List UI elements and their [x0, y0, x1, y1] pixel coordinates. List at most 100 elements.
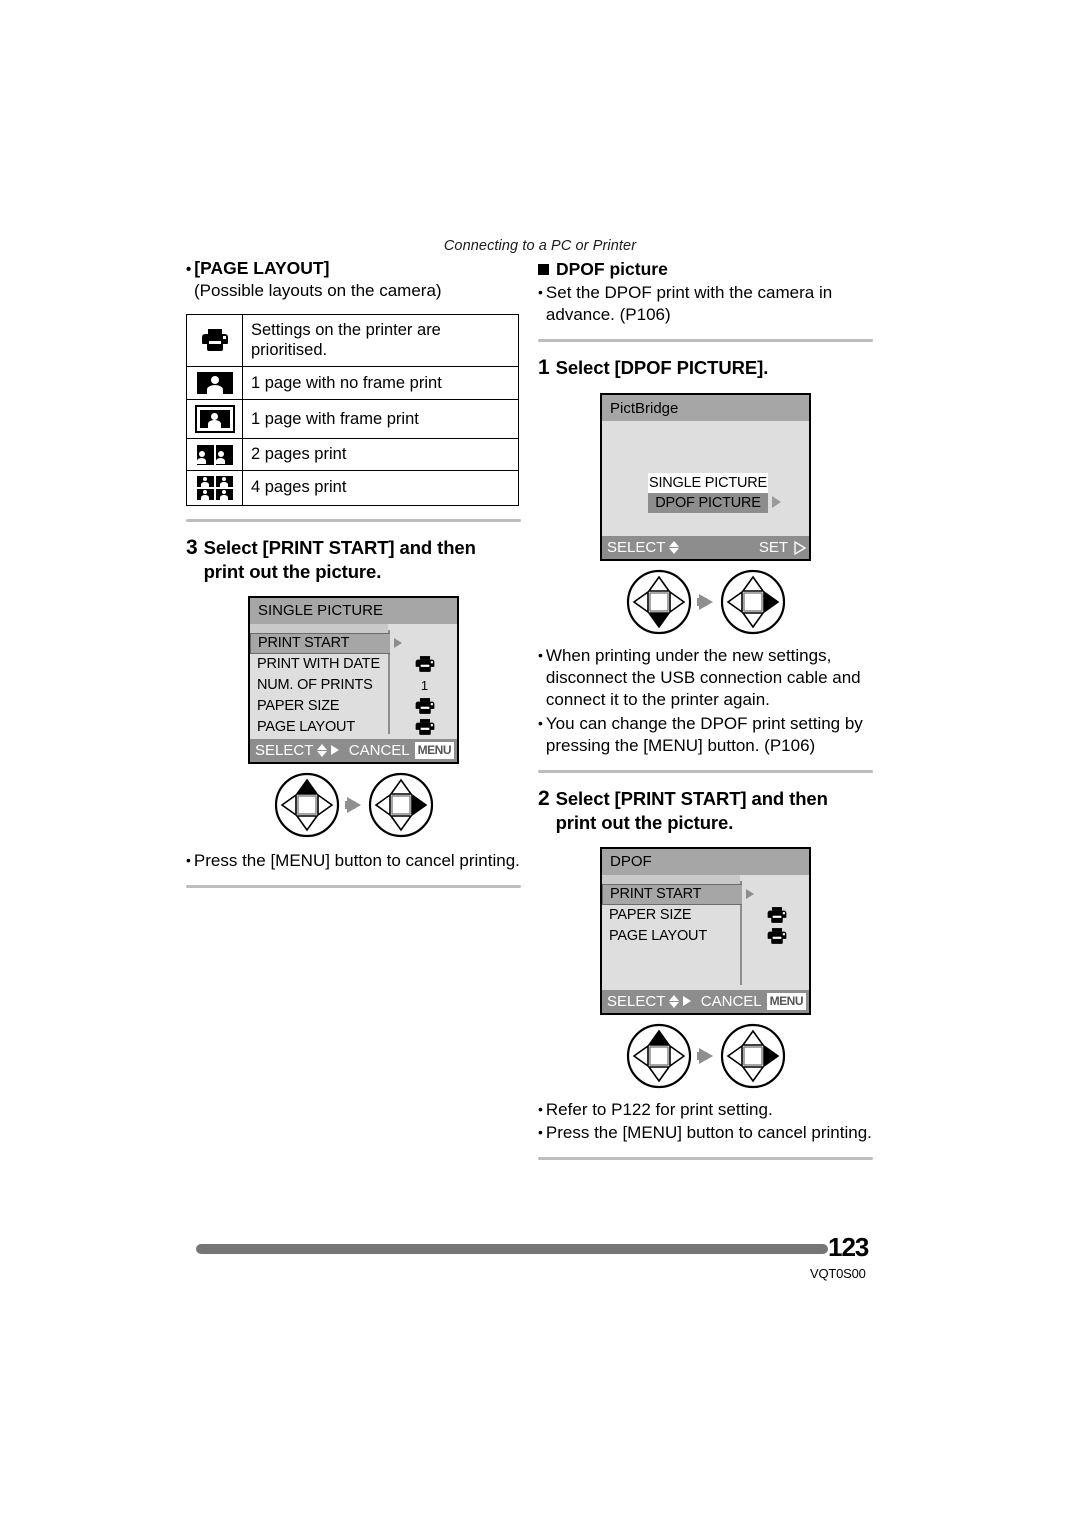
section-divider — [538, 338, 873, 342]
note-new-settings: • When printing under the new settings, … — [538, 645, 873, 711]
joystick-right-icon — [368, 772, 433, 837]
option-dpof-picture[interactable]: DPOF PICTURE — [648, 493, 768, 514]
lcd-footer-select: SELECT — [607, 539, 680, 557]
printer-icon — [415, 719, 434, 736]
cancel-label: CANCEL — [700, 992, 762, 1010]
row-description: 1 page with frame print — [242, 398, 519, 439]
pictbridge-option-list: SINGLE PICTURE DPOF PICTURE — [648, 473, 768, 514]
bullet-dot: • — [186, 261, 192, 278]
menu-item-label: PAGE LAYOUT — [257, 719, 355, 736]
lcd-menu-list: PRINT START PRINT WITH DATE NUM. OF PRIN… — [250, 632, 461, 738]
two-pages-icon-cell — [186, 437, 243, 471]
lcd-footer-cancel: CANCEL MENU — [700, 992, 806, 1010]
lcd-title: DPOF — [602, 848, 809, 875]
arrow-right-separator-icon — [696, 594, 713, 611]
left-column: • [PAGE LAYOUT] (Possible layouts on the… — [186, 258, 521, 900]
lcd-body: PRINT START PRINT WITH DATE NUM. OF PRIN… — [250, 623, 457, 740]
page-layout-heading: • [PAGE LAYOUT] — [186, 258, 521, 280]
step-label: Select [PRINT START] and then print out … — [203, 536, 476, 582]
bullet-dot: • — [538, 1123, 543, 1140]
joystick-right-icon — [720, 570, 785, 635]
section-divider — [186, 518, 521, 522]
table-row: 1 page with frame print — [186, 398, 519, 439]
note-refer-p122: • Refer to P122 for print setting. — [538, 1099, 873, 1121]
square-bullet-icon — [538, 263, 549, 275]
note-cancel-printing: • Press the [MENU] button to cancel prin… — [186, 850, 521, 872]
lcd-footer-bar: SELECT CANCEL MENU — [250, 738, 457, 762]
joystick-down-icon — [626, 570, 691, 635]
lcd-footer-bar: SELECT SET — [602, 536, 809, 560]
step-label: Select [PRINT START] and then print out … — [555, 787, 828, 833]
row-description: 4 pages print — [242, 469, 519, 506]
menu-item-label: PAPER SIZE — [257, 698, 340, 715]
lcd-footer-set: SET — [759, 539, 806, 556]
menu-item-print-with-date[interactable]: PRINT WITH DATE — [250, 654, 461, 675]
menu-item-num-of-prints[interactable]: NUM. OF PRINTS 1 — [250, 675, 461, 696]
lcd-title: PictBridge — [602, 395, 809, 422]
page-layout-table: Settings on the printer are prioritised.… — [186, 313, 519, 506]
note-text: Press the [MENU] button to cancel printi… — [545, 1122, 872, 1142]
one-page-noframe-icon-cell — [186, 365, 243, 400]
lcd-footer-select: SELECT — [607, 993, 692, 1010]
one-page-frame-icon-cell — [186, 398, 243, 439]
bullet-dot: • — [538, 647, 543, 664]
lcd-body: SINGLE PICTURE DPOF PICTURE — [602, 421, 809, 538]
arrow-right-separator-icon — [696, 1047, 713, 1064]
manual-page: Connecting to a PC or Printer • [PAGE LA… — [0, 0, 1080, 1526]
note-text: Set the DPOF print with the camera in ad… — [545, 282, 833, 324]
chevron-right-icon — [772, 496, 781, 509]
four-pages-icon — [196, 475, 233, 500]
document-code: VQT0S00 — [810, 1266, 866, 1281]
printer-icon — [767, 907, 786, 924]
cancel-label: CANCEL — [348, 741, 410, 759]
lcd-pictbridge: PictBridge SINGLE PICTURE DPOF PICTURE S… — [600, 393, 811, 562]
four-pages-icon-cell — [186, 469, 243, 506]
table-row: 1 page with no frame print — [186, 365, 519, 400]
select-label: SELECT — [607, 539, 666, 557]
step-number: 3 — [186, 535, 198, 559]
lcd-footer-select: SELECT — [255, 741, 340, 759]
menu-item-print-start[interactable]: PRINT START — [602, 883, 813, 905]
bullet-dot: • — [538, 283, 543, 300]
step-number: 2 — [538, 786, 550, 810]
lcd-menu-list: PRINT START PAPER SIZE PAGE LAYOUT — [602, 883, 813, 947]
menu-item-value — [388, 653, 461, 675]
chevron-right-icon — [394, 638, 402, 649]
arrow-right-separator-icon — [344, 796, 361, 813]
set-label: SET — [758, 539, 788, 557]
page-number: 123 — [828, 1232, 869, 1262]
section-divider — [186, 884, 521, 888]
joystick-sequence-step1 — [538, 569, 873, 635]
menu-item-page-layout[interactable]: PAGE LAYOUT — [250, 717, 461, 738]
printer-icon — [767, 928, 786, 945]
page-layout-title: [PAGE LAYOUT] — [194, 258, 330, 278]
dpof-advance-note: • Set the DPOF print with the camera in … — [538, 282, 873, 326]
page-layout-subtitle: (Possible layouts on the camera) — [194, 280, 442, 300]
menu-item-value — [388, 716, 461, 738]
menu-item-label: PAPER SIZE — [609, 907, 692, 924]
bullet-dot: • — [186, 851, 191, 868]
lcd-footer-cancel: CANCEL MENU — [348, 741, 454, 759]
note-cancel-printing: • Press the [MENU] button to cancel prin… — [538, 1122, 873, 1144]
two-pages-icon — [196, 444, 233, 465]
step-label: Select [DPOF PICTURE]. — [555, 356, 769, 378]
printer-icon-cell — [186, 313, 243, 367]
menu-item-paper-size[interactable]: PAPER SIZE — [250, 696, 461, 717]
select-label: SELECT — [255, 741, 314, 759]
menu-item-page-layout[interactable]: PAGE LAYOUT — [602, 926, 813, 947]
menu-item-label: PAGE LAYOUT — [609, 928, 707, 945]
running-header: Connecting to a PC or Printer — [443, 238, 637, 254]
bullet-dot: • — [538, 1100, 543, 1117]
bullet-dot: • — [538, 714, 543, 731]
menu-button-badge: MENU — [766, 992, 806, 1010]
note-change-dpof: • You can change the DPOF print setting … — [538, 713, 873, 757]
menu-item-label: NUM. OF PRINTS — [257, 677, 373, 694]
joystick-up-icon — [274, 772, 339, 837]
menu-item-value — [740, 925, 813, 947]
lcd-title: SINGLE PICTURE — [250, 597, 457, 624]
option-single-picture[interactable]: SINGLE PICTURE — [648, 473, 768, 494]
row-description: 2 pages print — [242, 437, 519, 471]
menu-item-paper-size[interactable]: PAPER SIZE — [602, 905, 813, 926]
lcd-top-strip — [250, 623, 388, 633]
menu-item-print-start[interactable]: PRINT START — [250, 632, 461, 654]
